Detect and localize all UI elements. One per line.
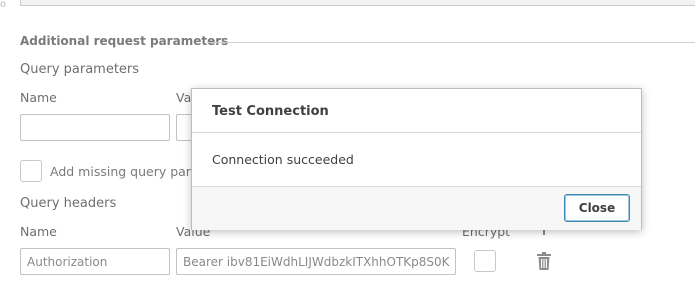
- section-title: Additional request parameters: [20, 34, 229, 48]
- query-headers-heading: Query headers: [20, 196, 117, 211]
- add-missing-label: Add missing query param: [50, 164, 211, 179]
- trash-icon[interactable]: [537, 252, 551, 270]
- dialog-header-divider: [192, 132, 641, 133]
- close-button[interactable]: Close: [564, 194, 630, 222]
- previous-field: [20, 0, 695, 6]
- left-edge-glyph: o: [0, 0, 7, 10]
- query-param-name-input[interactable]: [20, 114, 170, 141]
- query-parameters-heading: Query parameters: [20, 62, 140, 77]
- dialog-footer: Close: [192, 186, 641, 230]
- dialog-message: Connection succeeded: [212, 152, 354, 167]
- section-divider: [208, 42, 695, 43]
- header-name-input[interactable]: Authorization: [20, 248, 170, 275]
- add-missing-checkbox[interactable]: [20, 160, 42, 182]
- dialog-title: Test Connection: [212, 104, 329, 119]
- test-connection-dialog: Test Connection Connection succeeded Clo…: [191, 88, 642, 230]
- header-encrypt-checkbox[interactable]: [474, 250, 496, 272]
- query-param-name-label: Name: [20, 90, 57, 105]
- query-header-name-label: Name: [20, 224, 57, 239]
- header-value-input[interactable]: Bearer ibv81EiWdhLIJWdbzkITXhhOTKp8S0K: [176, 248, 456, 275]
